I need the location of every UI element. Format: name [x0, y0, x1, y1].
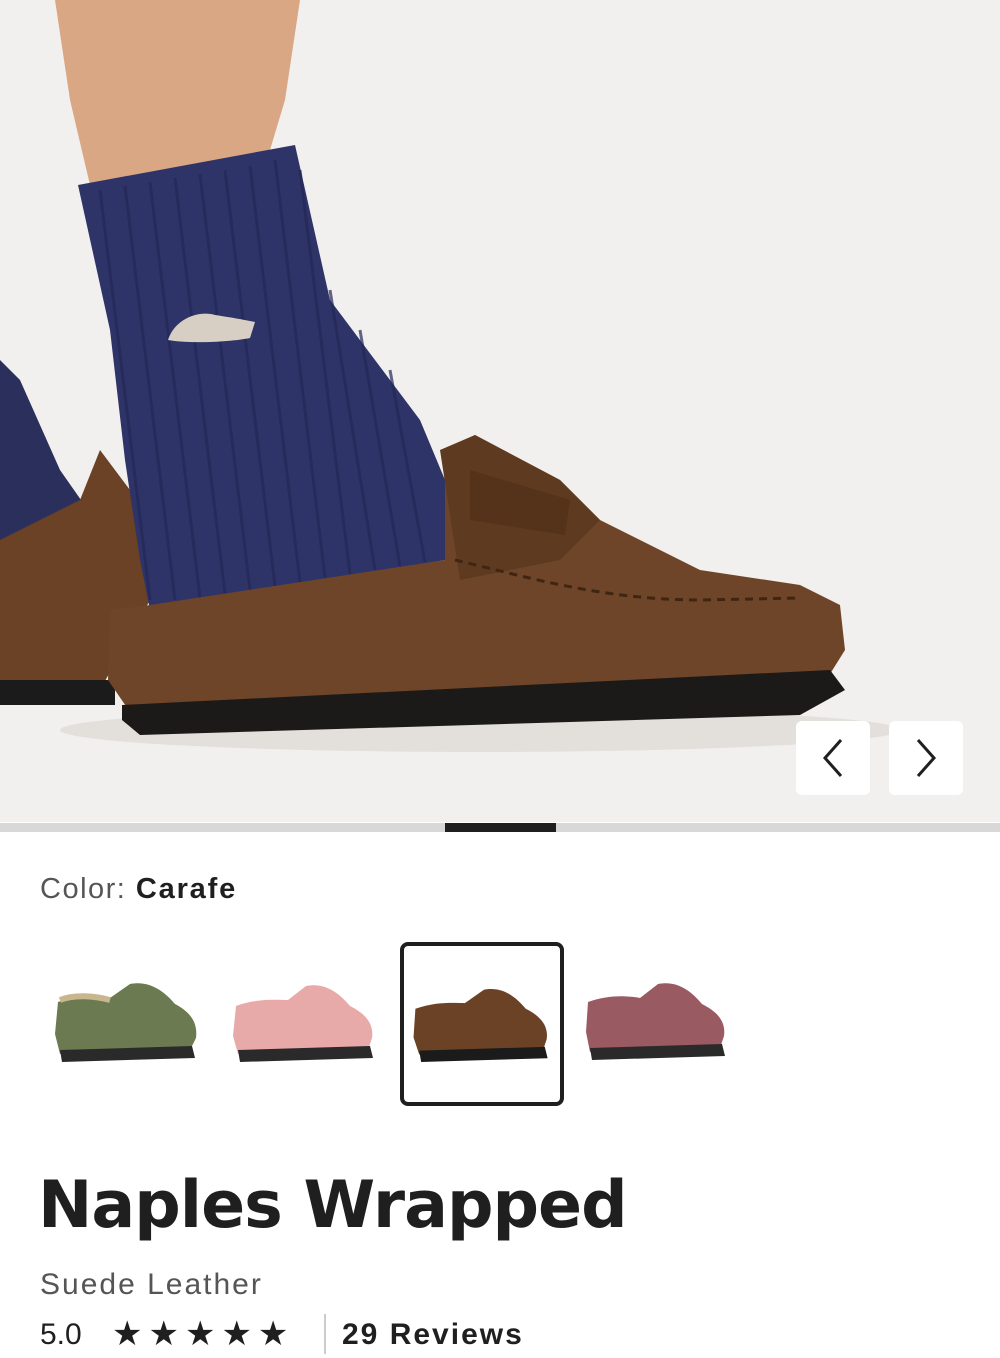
- swatch-olive[interactable]: [40, 942, 204, 1106]
- product-title: Naples Wrapped: [38, 1168, 628, 1243]
- rating-divider: [324, 1314, 326, 1354]
- chevron-left-icon: [822, 739, 843, 777]
- clog-thumbnail-mauve: [586, 983, 725, 1060]
- hero-next-button[interactable]: [889, 721, 963, 795]
- rating-stars-icon: ★★★★★: [112, 1315, 295, 1353]
- color-swatch-list: [40, 942, 760, 1108]
- slide-progress-thumb: [445, 823, 556, 832]
- hero-illustration: [0, 0, 1000, 822]
- product-hero-image: [0, 0, 1000, 822]
- clog-thumbnail-pink: [233, 985, 373, 1062]
- color-label: Color:: [40, 873, 127, 905]
- hero-prev-button[interactable]: [796, 721, 870, 795]
- swatch-pink[interactable]: [218, 942, 382, 1106]
- reviews-link[interactable]: 29 Reviews: [342, 1318, 524, 1352]
- clog-thumbnail-olive: [55, 983, 197, 1062]
- rating-score: 5.0: [40, 1318, 82, 1351]
- slide-progress-track: [0, 823, 1000, 832]
- chevron-right-icon: [916, 739, 937, 777]
- product-material: Suede Leather: [40, 1268, 263, 1301]
- selected-color-name: Carafe: [135, 873, 237, 905]
- clog-thumbnail-carafe: [413, 989, 548, 1063]
- swatch-mauve[interactable]: [576, 942, 740, 1106]
- color-selection-label: Color: Carafe: [40, 873, 237, 906]
- swatch-carafe[interactable]: [400, 942, 564, 1106]
